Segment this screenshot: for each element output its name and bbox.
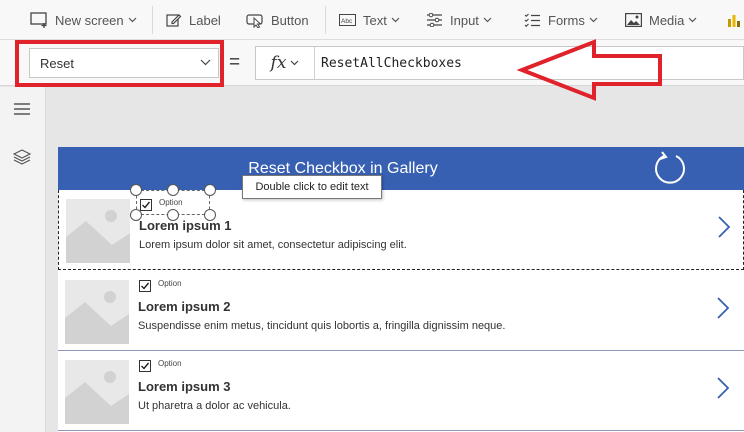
text-icon: Abc [339, 14, 356, 26]
resize-handle[interactable] [204, 184, 216, 196]
hamburger-icon[interactable] [13, 102, 31, 116]
image-placeholder-icon [65, 360, 129, 424]
gallery-item[interactable]: Option Lorem ipsum 3 Ut pharetra a dolor… [58, 351, 744, 431]
ribbon-divider [152, 6, 153, 34]
new-screen-label: New screen [55, 12, 124, 28]
input-label: Input [450, 12, 479, 28]
item-subtitle: Lorem ipsum dolor sit amet, consectetur … [139, 239, 407, 251]
chevron-right-icon[interactable] [716, 376, 730, 400]
annotation-highlight-box [15, 40, 224, 87]
chevron-down-icon [291, 60, 299, 66]
chevron-right-icon[interactable] [716, 296, 730, 320]
annotation-arrow-icon [516, 39, 662, 101]
chevron-down-icon [688, 17, 697, 23]
label-label: Label [189, 12, 221, 28]
image-placeholder-icon [65, 280, 129, 344]
input-icon [427, 13, 442, 27]
resize-handle[interactable] [130, 184, 142, 196]
chevron-right-icon[interactable] [717, 215, 731, 239]
option-checkbox[interactable] [139, 360, 151, 372]
equals-sign: = [229, 52, 241, 73]
forms-menu[interactable]: Forms [524, 0, 605, 40]
item-title: Lorem ipsum 1 [139, 218, 232, 233]
label-button[interactable]: Label [166, 0, 221, 40]
charts-menu[interactable] [727, 0, 744, 40]
resize-handle[interactable] [167, 184, 179, 196]
button-label: Button [271, 12, 309, 28]
resize-handle[interactable] [130, 209, 142, 221]
media-label: Media [649, 12, 685, 28]
item-title: Lorem ipsum 3 [138, 379, 231, 394]
formula-input[interactable]: fx ResetAllCheckboxes [255, 46, 744, 80]
gallery-header: Reset Checkbox in Gallery [58, 147, 744, 190]
gallery-item[interactable]: Option Lorem ipsum 2 Suspendisse enim me… [58, 271, 744, 351]
tooltip: Double click to edit text [242, 175, 382, 199]
ribbon-toolbar: New screen Label Button Abc Text Input F… [0, 0, 744, 40]
chevron-down-icon [483, 17, 492, 23]
new-screen-icon [30, 12, 47, 28]
item-subtitle: Ut pharetra a dolor ac vehicula. [138, 400, 291, 412]
text-label: Text [363, 12, 387, 28]
left-rail [0, 87, 46, 432]
chevron-down-icon [589, 17, 598, 23]
label-icon [166, 14, 182, 27]
fx-button[interactable]: fx [256, 47, 315, 79]
image-placeholder-icon [66, 199, 130, 263]
reset-icon[interactable] [652, 151, 688, 187]
chart-icon [728, 15, 740, 27]
resize-handle[interactable] [204, 209, 216, 221]
media-icon [625, 13, 642, 27]
item-title: Lorem ipsum 2 [138, 299, 231, 314]
chevron-down-icon [391, 17, 400, 23]
option-label: Option [158, 279, 182, 288]
new-screen-button[interactable]: New screen [30, 0, 144, 40]
option-label: Option [158, 359, 182, 368]
forms-label: Forms [548, 12, 585, 28]
row-divider [58, 430, 744, 431]
button-icon [246, 14, 263, 28]
text-menu[interactable]: Abc Text [339, 0, 407, 40]
svg-text:Abc: Abc [341, 18, 353, 25]
item-subtitle: Suspendisse enim metus, tincidunt quis l… [138, 320, 506, 332]
option-checkbox[interactable] [139, 280, 151, 292]
resize-handle[interactable] [167, 209, 179, 221]
forms-icon [524, 13, 540, 27]
fx-label: fx [270, 53, 287, 73]
ribbon-divider [325, 6, 326, 34]
button-button[interactable]: Button [246, 0, 309, 40]
layers-icon[interactable] [13, 149, 31, 165]
chevron-down-icon [128, 17, 137, 23]
formula-text: ResetAllCheckboxes [321, 56, 462, 71]
input-menu[interactable]: Input [426, 0, 499, 40]
media-menu[interactable]: Media [625, 0, 704, 40]
